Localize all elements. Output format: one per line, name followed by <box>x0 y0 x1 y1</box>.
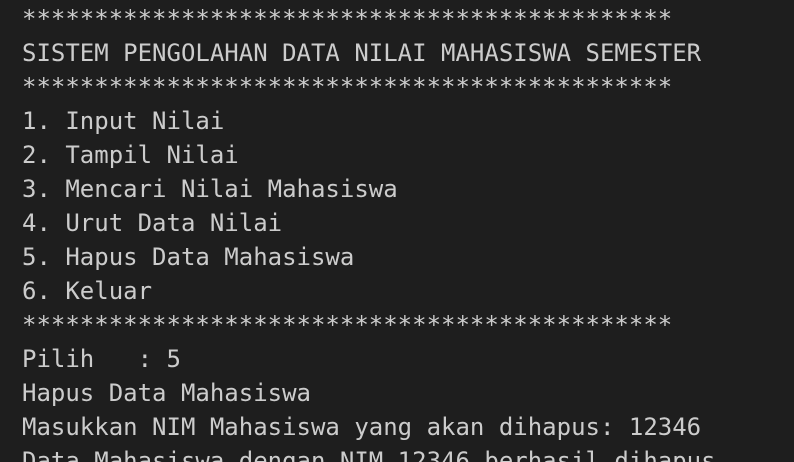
menu-item-tampil-nilai: 2. Tampil Nilai <box>22 141 239 169</box>
border-middle: ****************************************… <box>22 73 673 101</box>
nim-prompt: Masukkan NIM Mahasiswa yang akan dihapus… <box>22 413 702 441</box>
border-top: ****************************************… <box>22 5 673 33</box>
program-title: SISTEM PENGOLAHAN DATA NILAI MAHASISWA S… <box>22 39 702 67</box>
section-title: Hapus Data Mahasiswa <box>22 379 311 407</box>
border-bottom: ****************************************… <box>22 311 673 339</box>
terminal-output[interactable]: ****************************************… <box>0 0 794 462</box>
choice-line: Pilih : 5 <box>22 345 181 373</box>
menu-item-hapus-data: 5. Hapus Data Mahasiswa <box>22 243 355 271</box>
menu-item-mencari-nilai: 3. Mencari Nilai Mahasiswa <box>22 175 398 203</box>
result-line: Data Mahasiswa dengan NIM 12346 berhasil… <box>22 447 716 462</box>
menu-item-urut-data: 4. Urut Data Nilai <box>22 209 283 237</box>
menu-item-keluar: 6. Keluar <box>22 277 153 305</box>
menu-item-input-nilai: 1. Input Nilai <box>22 107 225 135</box>
terminal-lines: ****************************************… <box>22 2 794 462</box>
